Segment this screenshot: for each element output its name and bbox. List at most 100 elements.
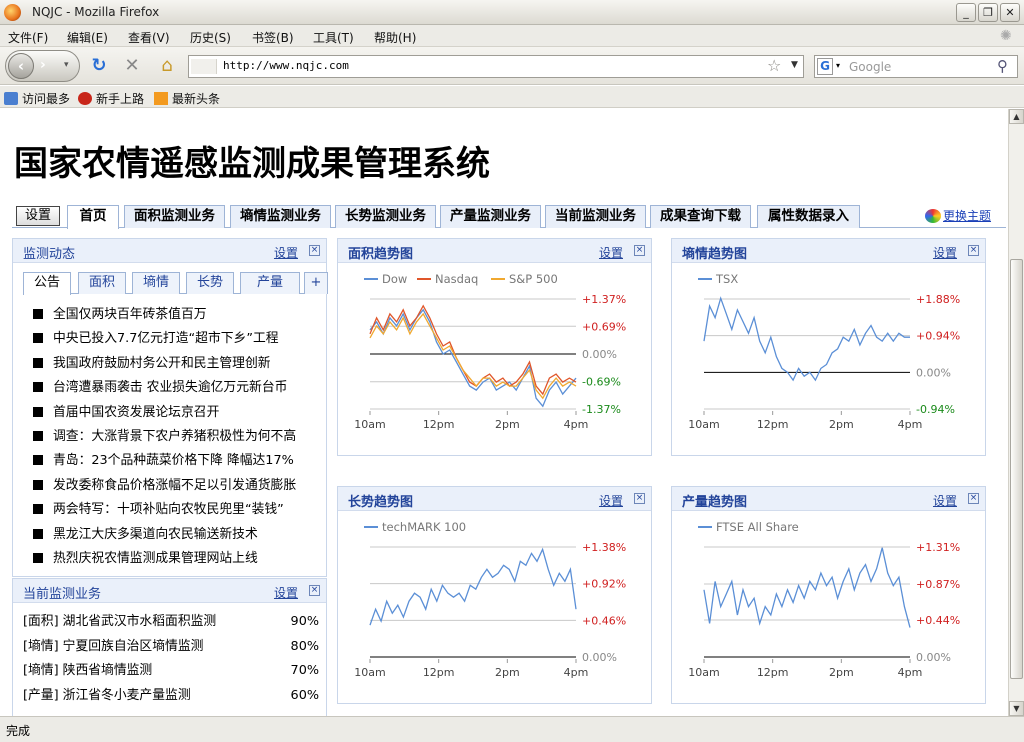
panel-settings-link[interactable]: 设置 [274, 244, 298, 261]
x-tick-label: 12pm [757, 666, 789, 679]
business-row[interactable]: [产量] 浙江省冬小麦产量监测 60% [23, 687, 319, 712]
tab-attribute-entry[interactable]: 属性数据录入 [757, 205, 860, 228]
search-placeholder[interactable]: Google [849, 60, 891, 74]
back-button[interactable]: ‹ [8, 53, 34, 79]
news-item[interactable]: 台湾遭暴雨袭击 农业损失逾亿万元新台币 [33, 378, 327, 402]
google-engine-icon[interactable]: G [817, 58, 833, 75]
url-text[interactable]: http://www.nqjc.com [223, 59, 349, 72]
business-row[interactable]: [墒情] 陕西省墒情监测 70% [23, 662, 319, 687]
url-dropdown-icon[interactable]: ▼ [791, 60, 798, 70]
search-icon[interactable]: ⚲ [997, 57, 1008, 75]
page-content: 国家农情遥感监测成果管理系统 设置 首页 面积监测业务 墒情监测业务 长势监测业… [0, 109, 1008, 716]
panel-title: 墒情趋势图 [682, 247, 748, 262]
menu-edit[interactable]: 编辑(E) [67, 29, 108, 46]
tab-growth-monitoring[interactable]: 长势监测业务 [335, 205, 436, 228]
y-tick-label: 0.00% [582, 651, 617, 664]
menu-tools[interactable]: 工具(T) [313, 29, 354, 46]
y-tick-label: -0.69% [582, 376, 621, 389]
home-icon[interactable]: ⌂ [156, 56, 178, 78]
vertical-scrollbar[interactable]: ▲ ▼ [1008, 109, 1024, 716]
subtab-area[interactable]: 面积 [78, 272, 126, 294]
tab-home[interactable]: 首页 [67, 205, 119, 229]
y-tick-label: +1.31% [916, 541, 960, 554]
panel-settings-link[interactable]: 设置 [933, 492, 957, 509]
news-item[interactable]: 中央已投入7.7亿元打造“超市下乡”工程 [33, 329, 327, 353]
news-item[interactable]: 首届中国农资发展论坛京召开 [33, 403, 327, 427]
close-icon[interactable]: × [968, 245, 979, 256]
close-icon[interactable]: × [309, 585, 320, 596]
y-tick-label: +1.38% [582, 541, 626, 554]
maximize-button[interactable]: ❐ [978, 3, 998, 22]
panel-settings-link[interactable]: 设置 [933, 244, 957, 261]
close-icon[interactable]: × [968, 493, 979, 504]
tab-moisture-monitoring[interactable]: 墒情监测业务 [230, 205, 331, 228]
bookmark-star-icon[interactable]: ☆ [767, 56, 781, 75]
settings-button[interactable]: 设置 [16, 206, 60, 226]
legend-label: TSX [715, 272, 738, 286]
tab-yield-monitoring[interactable]: 产量监测业务 [440, 205, 541, 228]
panel-header: 长势趋势图 设置 × [338, 487, 651, 511]
x-tick-label: 10am [688, 666, 719, 679]
close-icon[interactable]: × [634, 493, 645, 504]
minimize-button[interactable]: _ [956, 3, 976, 22]
scroll-thumb[interactable] [1010, 259, 1023, 679]
menu-help[interactable]: 帮助(H) [374, 29, 416, 46]
area-trend-panel: 面积趋势图 设置 × Dow Nasdaq S&P 500 +1.37% +0.69% 0… [337, 238, 652, 456]
business-row[interactable]: [墒情] 宁夏回族自治区墒情监测 80% [23, 638, 319, 663]
close-window-button[interactable]: ✕ [1000, 3, 1020, 22]
news-item[interactable]: 发改委称食品价格涨幅不足以引发通货膨胀 [33, 476, 327, 500]
panel-settings-link[interactable]: 设置 [599, 244, 623, 261]
menu-view[interactable]: 查看(V) [128, 29, 170, 46]
bookmark-most-visited[interactable]: 访问最多 [4, 90, 70, 107]
news-item[interactable]: 我国政府鼓励村务公开和民主管理创新 [33, 354, 327, 378]
business-row[interactable]: [面积] 湖北省武汉市水稻面积监测 90% [23, 613, 319, 638]
tab-results-download[interactable]: 成果查询下载 [650, 205, 751, 228]
news-item[interactable]: 调查：大涨背景下农户养猪积极性为何不高 [33, 427, 327, 451]
subtab-yield[interactable]: 产量 [240, 272, 300, 294]
news-item[interactable]: 两会特写：十项补贴向农牧民兜里“装钱” [33, 500, 327, 524]
x-tick-label: 2pm [829, 418, 854, 431]
site-identity-icon[interactable] [191, 59, 217, 74]
menu-bookmarks[interactable]: 书签(B) [252, 29, 294, 46]
engine-dropdown-icon[interactable]: ▾ [836, 61, 840, 70]
y-tick-label: +1.37% [582, 293, 626, 306]
search-bar[interactable]: G ▾ Google ⚲ [814, 55, 1018, 78]
history-dropdown-icon[interactable]: ▾ [64, 60, 69, 70]
menu-file[interactable]: 文件(F) [8, 29, 48, 46]
panel-settings-link[interactable]: 设置 [599, 492, 623, 509]
scroll-down-button[interactable]: ▼ [1009, 701, 1024, 716]
subtab-add[interactable]: + [304, 272, 328, 294]
panel-title: 监测动态 [23, 247, 76, 262]
change-theme-link[interactable]: 更换主题 [925, 207, 991, 224]
news-item[interactable]: 全国仅两块百年砖茶值百万 [33, 305, 327, 329]
news-list: 全国仅两块百年砖茶值百万 中央已投入7.7亿元打造“超市下乡”工程 我国政府鼓励… [33, 305, 327, 573]
y-tick-label: 0.00% [582, 348, 617, 361]
series-line [369, 547, 577, 626]
bookmark-latest-headlines[interactable]: 最新头条 [154, 90, 220, 107]
news-item[interactable]: 黑龙江大庆多渠道向农民输送新技术 [33, 525, 327, 549]
menu-history[interactable]: 历史(S) [190, 29, 231, 46]
subtab-notice[interactable]: 公告 [23, 272, 71, 295]
news-item[interactable]: 热烈庆祝农情监测成果管理网站上线 [33, 549, 327, 573]
reload-icon[interactable]: ↻ [88, 56, 110, 78]
tab-current-monitoring[interactable]: 当前监测业务 [545, 205, 646, 228]
bookmark-getting-started[interactable]: 新手上路 [78, 90, 144, 107]
panel-header: 墒情趋势图 设置 × [672, 239, 985, 263]
window-titlebar: NQJC - Mozilla Firefox _ ❐ ✕ [0, 0, 1024, 25]
forward-button[interactable]: › [40, 57, 46, 73]
close-icon[interactable]: × [309, 245, 320, 256]
subtab-moisture[interactable]: 墒情 [132, 272, 180, 294]
x-tick-label: 10am [354, 418, 385, 431]
x-tick-label: 4pm [564, 418, 589, 431]
news-item[interactable]: 青岛：23个品种蔬菜价格下降 降幅达17% [33, 451, 327, 475]
close-icon[interactable]: × [634, 245, 645, 256]
y-tick-label: 0.00% [916, 651, 951, 664]
subtab-growth[interactable]: 长势 [186, 272, 234, 294]
scroll-up-button[interactable]: ▲ [1009, 109, 1024, 124]
url-bar[interactable]: http://www.nqjc.com ☆ ▼ [188, 55, 804, 78]
stop-icon[interactable]: ✕ [121, 56, 143, 78]
panel-settings-link[interactable]: 设置 [274, 584, 298, 601]
bookmarks-toolbar: 访问最多 新手上路 最新头条 [0, 86, 1024, 108]
y-tick-label: 0.00% [916, 366, 951, 379]
tab-area-monitoring[interactable]: 面积监测业务 [124, 205, 225, 228]
